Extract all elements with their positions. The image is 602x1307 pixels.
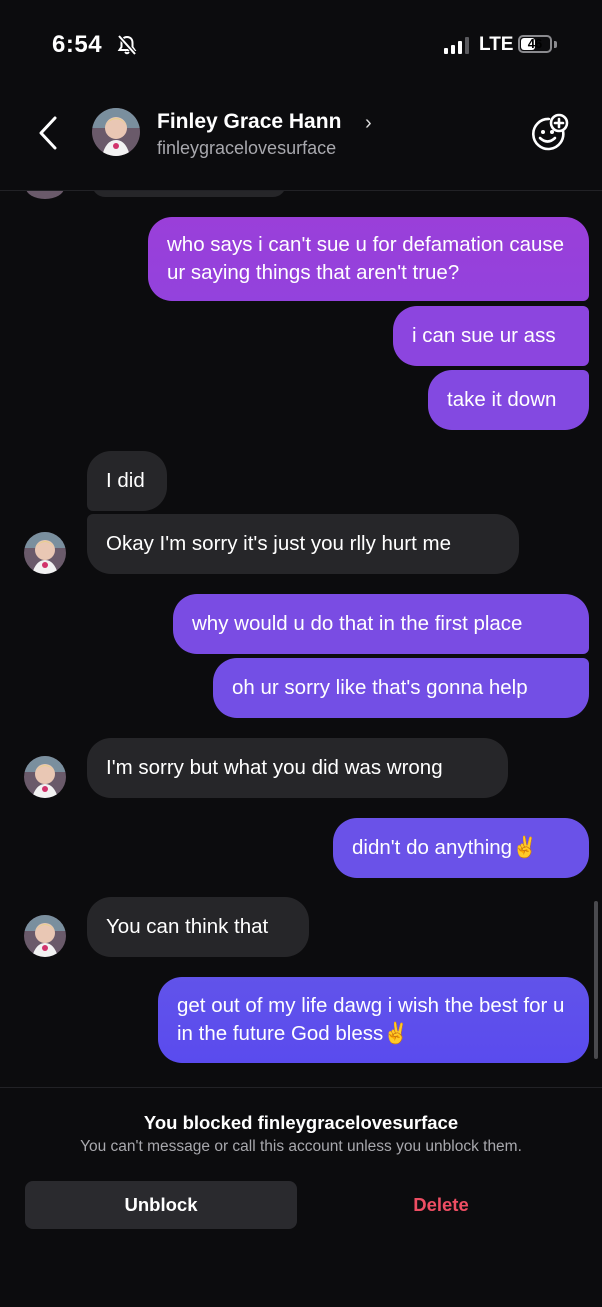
message-bubble-outgoing[interactable]: take it down: [428, 370, 589, 430]
message-bubble-partial: [92, 191, 286, 197]
contact-name[interactable]: Finley Grace Hann: [157, 110, 341, 134]
back-chevron-icon[interactable]: [36, 114, 60, 157]
message-bubble-outgoing[interactable]: why would u do that in the first place: [173, 594, 589, 654]
signal-icon: [444, 37, 469, 54]
contact-username[interactable]: finleygracelovesurface: [157, 138, 336, 159]
contact-avatar-small[interactable]: [24, 915, 66, 957]
message-bubble-incoming[interactable]: I'm sorry but what you did was wrong: [87, 738, 508, 798]
network-type: LTE: [479, 34, 514, 55]
message-bubble-outgoing[interactable]: who says i can't sue u for defamation ca…: [148, 217, 589, 301]
contact-avatar-small[interactable]: [24, 532, 66, 574]
battery-tip: [554, 41, 557, 48]
contact-avatar-small[interactable]: [24, 756, 66, 798]
blocked-title: You blocked finleygracelovesurface: [143, 1112, 459, 1133]
chevron-right-icon[interactable]: ›: [365, 112, 372, 135]
message-bubble-incoming[interactable]: You can think that: [87, 897, 309, 957]
unblock-button[interactable]: Unblock: [25, 1181, 297, 1229]
message-bubble-incoming[interactable]: I did: [87, 451, 167, 511]
message-bubble-outgoing[interactable]: didn't do anything✌️: [333, 818, 589, 878]
contact-avatar-small: [26, 191, 64, 199]
bell-slash-icon: [116, 34, 138, 61]
blocked-subtitle: You can't message or call this account u…: [80, 1138, 522, 1155]
message-thread[interactable]: who says i can't sue u for defamation ca…: [0, 191, 602, 1087]
battery-percent: 46: [527, 36, 543, 51]
message-bubble-outgoing[interactable]: i can sue ur ass: [393, 306, 589, 366]
chat-header: Finley Grace Hann › finleygracelovesurfa…: [0, 92, 602, 191]
message-bubble-incoming[interactable]: Okay I'm sorry it's just you rlly hurt m…: [87, 514, 519, 574]
scrollbar[interactable]: [594, 901, 598, 1059]
blocked-footer: You blocked finleygracelovesurface You c…: [0, 1087, 602, 1307]
add-sticker-icon[interactable]: [528, 112, 570, 159]
status-time: 6:54: [52, 31, 103, 58]
battery-icon: 46: [518, 35, 552, 53]
contact-avatar[interactable]: [92, 108, 140, 156]
message-bubble-outgoing[interactable]: oh ur sorry like that's gonna help: [213, 658, 589, 718]
delete-button[interactable]: Delete: [305, 1181, 577, 1229]
status-bar: 6:54 LTE 46: [0, 0, 602, 90]
message-bubble-outgoing[interactable]: get out of my life dawg i wish the best …: [158, 977, 589, 1063]
